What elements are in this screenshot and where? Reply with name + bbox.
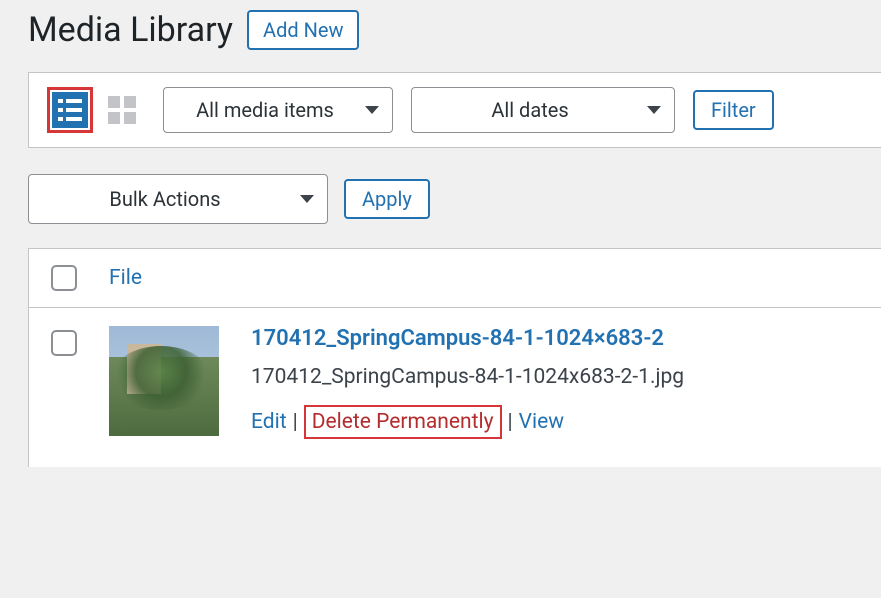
grid-view-button[interactable]	[99, 87, 145, 133]
list-view-button[interactable]	[47, 87, 93, 133]
delete-permanently-link[interactable]: Delete Permanently	[304, 405, 502, 439]
separator: |	[293, 410, 298, 434]
apply-button[interactable]: Apply	[344, 179, 430, 219]
file-name: 170412_SpringCampus-84-1-1024x683-2-1.jp…	[251, 365, 859, 389]
grid-icon	[104, 92, 140, 128]
add-new-button[interactable]: Add New	[247, 10, 359, 50]
table-row: 170412_SpringCampus-84-1-1024×683-2 1704…	[29, 308, 881, 467]
page-title: Media Library	[28, 10, 233, 50]
view-toggle	[47, 87, 145, 133]
dates-select[interactable]: All dates	[411, 87, 675, 133]
list-icon	[52, 92, 88, 128]
bulk-actions-row: Bulk Actions Apply	[28, 174, 881, 224]
view-link[interactable]: View	[519, 410, 564, 434]
media-table: File 170412_SpringCampus-84-1-1024×683-2…	[28, 248, 881, 467]
file-title-link[interactable]: 170412_SpringCampus-84-1-1024×683-2	[251, 326, 859, 351]
row-actions: Edit | Delete Permanently | View	[251, 405, 859, 439]
page-header: Media Library Add New	[28, 10, 881, 50]
filter-button[interactable]: Filter	[693, 90, 774, 130]
edit-link[interactable]: Edit	[251, 410, 287, 434]
column-file[interactable]: File	[109, 266, 142, 290]
bulk-actions-select[interactable]: Bulk Actions	[28, 174, 328, 224]
table-header: File	[29, 249, 881, 308]
select-all-checkbox[interactable]	[51, 265, 77, 291]
thumbnail[interactable]	[109, 326, 219, 436]
media-type-select[interactable]: All media items	[163, 87, 393, 133]
separator: |	[508, 410, 513, 434]
file-info: 170412_SpringCampus-84-1-1024×683-2 1704…	[251, 326, 859, 439]
row-checkbox[interactable]	[51, 330, 77, 356]
filter-bar: All media items All dates Filter	[28, 72, 881, 148]
